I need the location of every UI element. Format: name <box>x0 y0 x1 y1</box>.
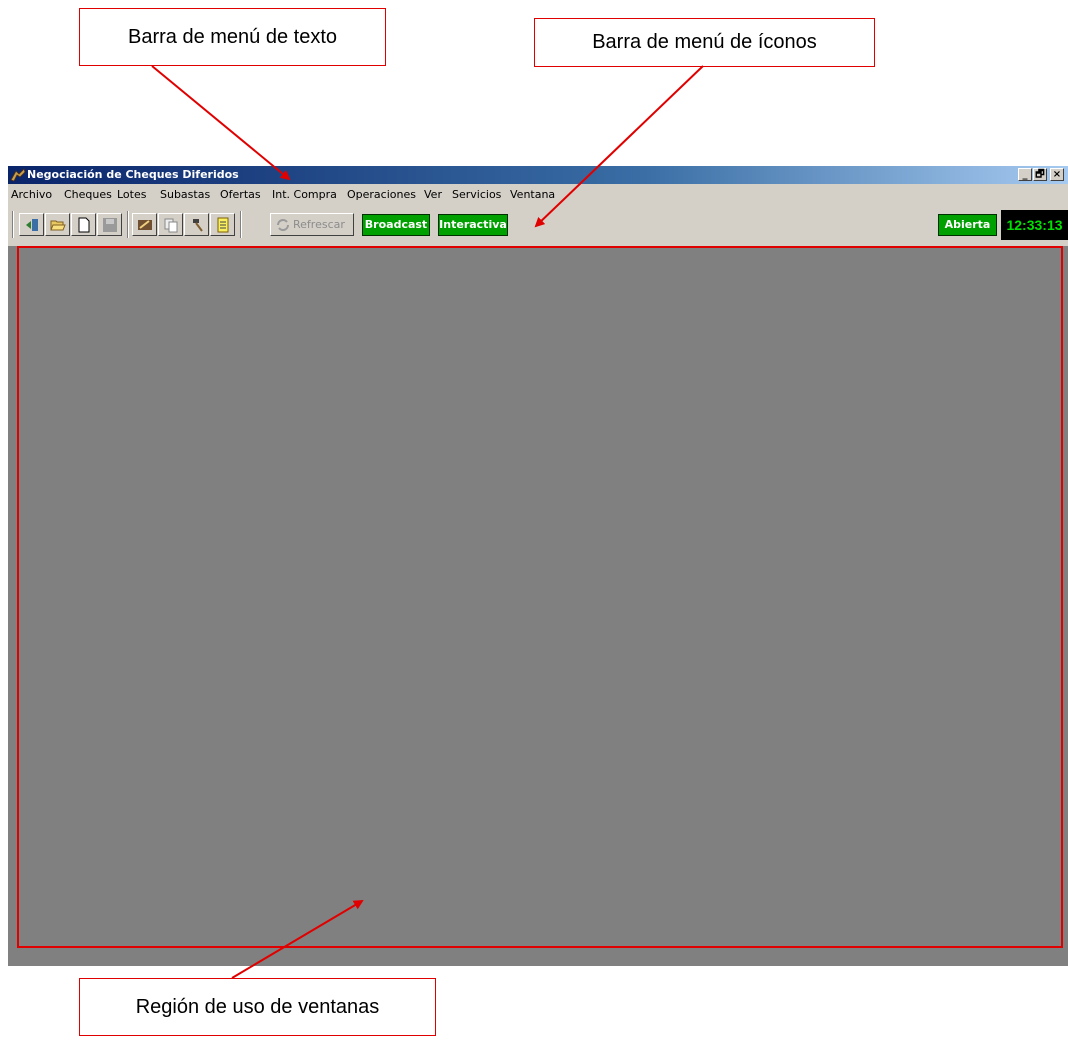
toolbar-separator <box>240 211 242 238</box>
restore-button[interactable]: 🗗 <box>1033 168 1047 181</box>
save-button[interactable] <box>97 213 122 236</box>
refresh-label: Refrescar <box>293 218 345 231</box>
menu-int-compra[interactable]: Int. Compra <box>272 188 337 201</box>
window-region-highlight <box>17 246 1063 948</box>
hammer-button[interactable] <box>184 213 209 236</box>
toolbar-separator <box>127 211 129 238</box>
callout-icon-menu-bar: Barra de menú de íconos <box>534 18 875 67</box>
notepad-button[interactable] <box>210 213 235 236</box>
menu-operaciones[interactable]: Operaciones <box>347 188 416 201</box>
menu-cheques[interactable]: Cheques <box>64 188 112 201</box>
refresh-button[interactable]: Refrescar <box>270 213 354 236</box>
exit-icon <box>26 219 38 231</box>
exit-button[interactable] <box>19 213 44 236</box>
callout-window-region: Región de uso de ventanas <box>79 978 436 1036</box>
open-folder-icon <box>50 220 66 231</box>
window-title: Negociación de Cheques Diferidos <box>27 168 239 181</box>
menu-servicios[interactable]: Servicios <box>452 188 501 201</box>
notepad-icon <box>217 217 229 233</box>
menu-ofertas[interactable]: Ofertas <box>220 188 261 201</box>
interactive-button[interactable]: Interactiva <box>438 214 508 236</box>
close-button[interactable]: × <box>1050 168 1064 181</box>
menu-lotes[interactable]: Lotes <box>117 188 146 201</box>
menu-bar: Archivo Cheques Lotes Subastas Ofertas I… <box>8 184 1068 204</box>
open-button[interactable] <box>45 213 70 236</box>
menu-ventana[interactable]: Ventana <box>510 188 555 201</box>
arrow-to-text-menu-bar <box>151 65 291 181</box>
menu-subastas[interactable]: Subastas <box>160 188 210 201</box>
icon-toolbar: Refrescar Broadcast Interactiva Abierta … <box>8 205 1068 245</box>
copy-button[interactable] <box>158 213 183 236</box>
new-button[interactable] <box>71 213 96 236</box>
edit-check-icon <box>138 220 152 230</box>
title-bar[interactable]: Negociación de Cheques Diferidos _ 🗗 × <box>8 166 1068 184</box>
menu-archivo[interactable]: Archivo <box>11 188 52 201</box>
app-icon <box>10 168 26 182</box>
save-icon <box>103 218 117 232</box>
hammer-icon <box>193 219 203 232</box>
clock-display: 12:33:13 <box>1001 210 1068 240</box>
status-badge: Abierta <box>938 214 997 236</box>
broadcast-button[interactable]: Broadcast <box>362 214 430 236</box>
copy-icon <box>164 218 178 233</box>
menu-ver[interactable]: Ver <box>424 188 442 201</box>
toolbar-grip <box>12 211 14 238</box>
refresh-icon <box>277 219 289 231</box>
minimize-button[interactable]: _ <box>1018 168 1032 181</box>
callout-text-menu-bar: Barra de menú de texto <box>79 8 386 66</box>
new-document-icon <box>78 217 90 233</box>
edit-check-button[interactable] <box>132 213 157 236</box>
